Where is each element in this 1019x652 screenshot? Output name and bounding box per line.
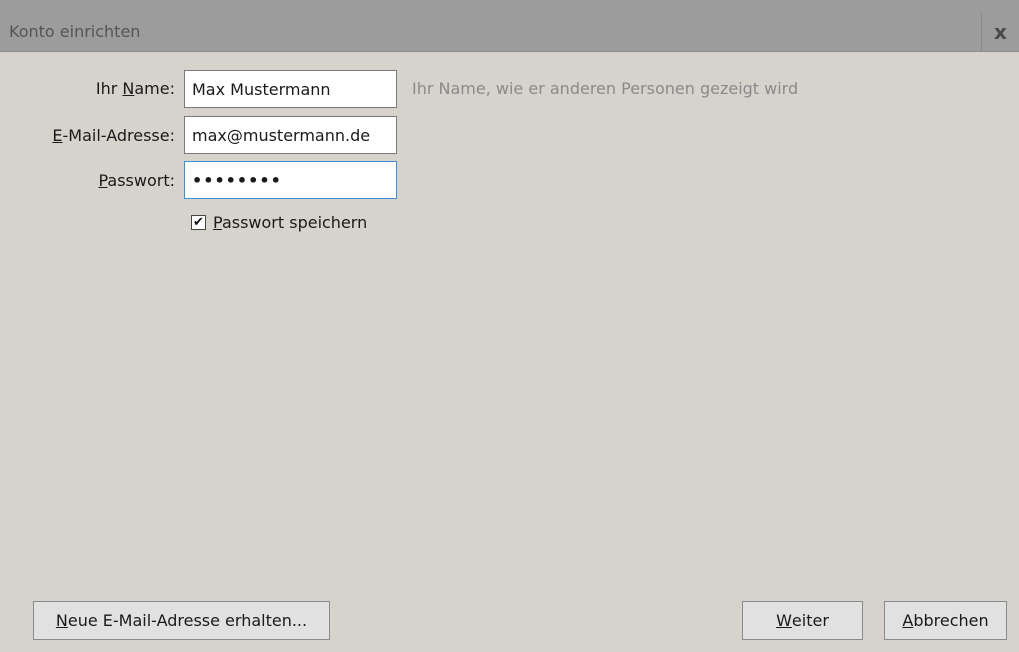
email-input[interactable]: [184, 116, 397, 154]
next-button[interactable]: Weiter: [742, 601, 863, 640]
name-hint: Ihr Name, wie er anderen Personen gezeig…: [412, 79, 799, 98]
close-button[interactable]: x: [981, 12, 1019, 52]
password-input[interactable]: [184, 161, 397, 199]
name-input[interactable]: [184, 70, 397, 108]
password-label: Passwort:: [98, 171, 175, 190]
remember-password-checkbox[interactable]: ✔: [191, 215, 206, 230]
email-label: E-Mail-Adresse:: [52, 126, 175, 145]
new-email-address-button[interactable]: Neue E-Mail-Adresse erhalten...: [33, 601, 330, 640]
account-setup-dialog: Konto einrichten x Ihr Name: Ihr Name, w…: [0, 0, 1019, 652]
close-icon: x: [994, 20, 1007, 44]
cancel-button[interactable]: Abbrechen: [884, 601, 1007, 640]
remember-password-option[interactable]: ✔ Passwort speichern: [191, 213, 367, 232]
checkmark-icon: ✔: [193, 215, 204, 230]
title-bar: Konto einrichten x: [0, 0, 1019, 52]
remember-password-label: Passwort speichern: [213, 213, 368, 232]
window-title: Konto einrichten: [9, 22, 141, 41]
name-label: Ihr Name:: [95, 79, 175, 98]
